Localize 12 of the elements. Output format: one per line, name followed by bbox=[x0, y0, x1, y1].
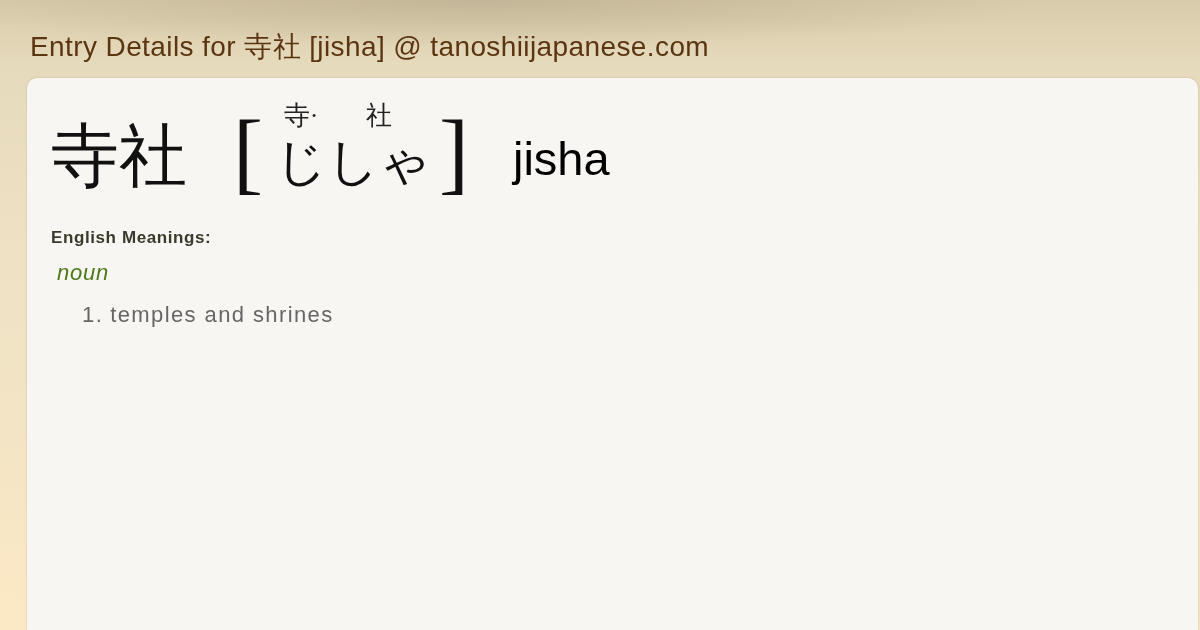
kana-reading: じ bbox=[275, 137, 327, 188]
kana-reading: しゃ bbox=[327, 137, 431, 188]
headword: 寺社 bbox=[51, 122, 187, 190]
section-heading: English Meanings: bbox=[51, 228, 212, 248]
page-title: Entry Details for 寺社 [jisha] @ tanoshiijapanese.com bbox=[30, 30, 710, 64]
definition-number: 1. bbox=[82, 302, 104, 328]
open-bracket: [ bbox=[233, 108, 263, 198]
definition-text: temples and shrines bbox=[110, 302, 334, 328]
furigana-text: 寺· bbox=[283, 103, 319, 129]
part-of-speech: noun bbox=[57, 260, 110, 286]
furigana-text: 社 bbox=[366, 103, 392, 129]
close-bracket: ] bbox=[439, 108, 469, 198]
